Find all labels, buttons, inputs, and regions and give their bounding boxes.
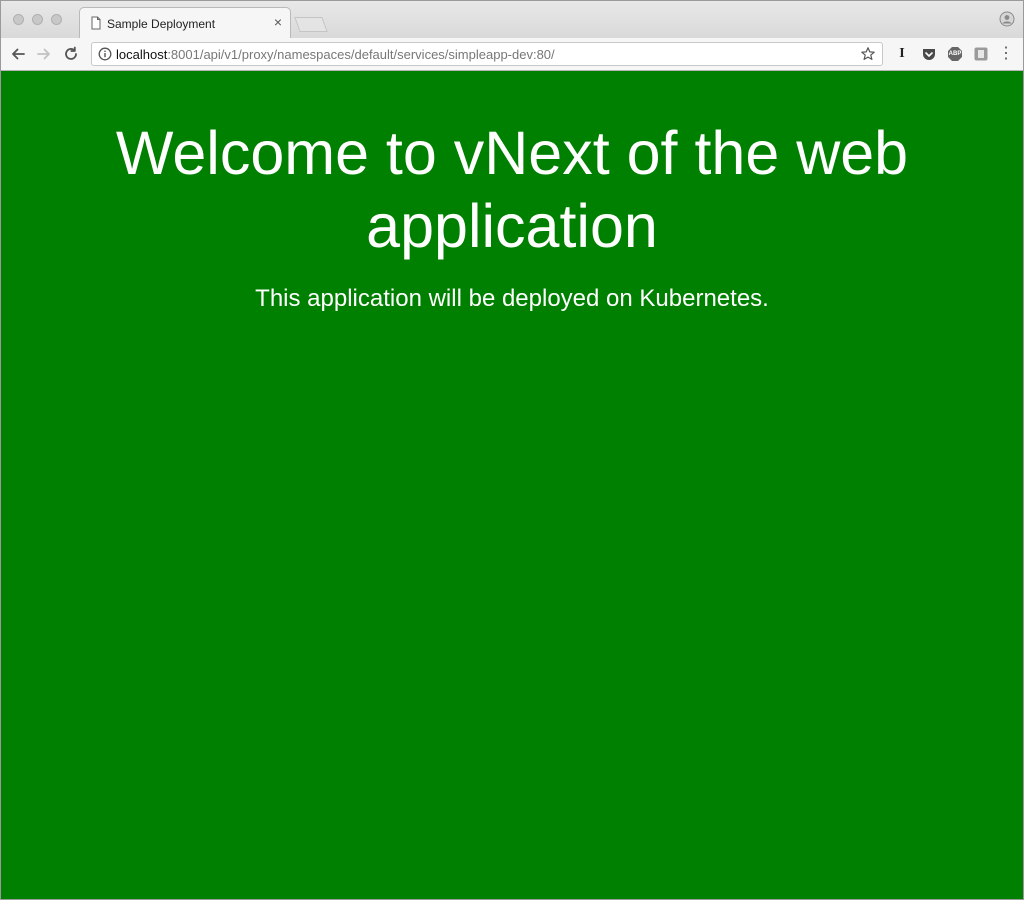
tab-strip: Sample Deployment × bbox=[1, 1, 1023, 38]
info-icon[interactable] bbox=[98, 47, 112, 61]
tab-title: Sample Deployment bbox=[107, 17, 216, 31]
profile-icon[interactable] bbox=[999, 11, 1015, 27]
minimize-window-button[interactable] bbox=[32, 14, 43, 25]
forward-icon[interactable] bbox=[35, 45, 53, 63]
url-path: :8001/api/v1/proxy/namespaces/default/se… bbox=[167, 47, 555, 62]
instapaper-extension-label: I bbox=[899, 46, 905, 61]
address-bar[interactable]: localhost:8001/api/v1/proxy/namespaces/d… bbox=[91, 42, 883, 66]
page-subheading: This application will be deployed on Kub… bbox=[255, 285, 769, 312]
pocket-extension-icon[interactable] bbox=[921, 46, 937, 62]
back-icon[interactable] bbox=[9, 45, 27, 63]
extension-icon[interactable] bbox=[973, 46, 989, 62]
bookmark-star-icon[interactable] bbox=[860, 46, 876, 62]
tab-sample-deployment[interactable]: Sample Deployment × bbox=[79, 7, 291, 38]
close-window-button[interactable] bbox=[13, 14, 24, 25]
browser-toolbar: localhost:8001/api/v1/proxy/namespaces/d… bbox=[1, 38, 1023, 71]
url-text: localhost:8001/api/v1/proxy/namespaces/d… bbox=[116, 47, 555, 62]
instapaper-extension-icon[interactable]: I bbox=[894, 46, 910, 62]
adblock-plus-label: ABP bbox=[948, 51, 962, 57]
reload-icon[interactable] bbox=[62, 45, 80, 63]
page-heading: Welcome to vNext of the web application bbox=[115, 119, 909, 260]
page-icon bbox=[91, 16, 101, 30]
zoom-window-button[interactable] bbox=[51, 14, 62, 25]
page-content: Welcome to vNext of the web application … bbox=[1, 71, 1023, 899]
browser-window: Sample Deployment × localhost:8001/api/v… bbox=[0, 0, 1024, 900]
adblock-plus-extension-icon[interactable]: ABP bbox=[947, 46, 963, 62]
browser-menu-button[interactable]: ⋮ bbox=[998, 46, 1014, 62]
tab-close-button[interactable]: × bbox=[274, 14, 282, 30]
url-host: localhost bbox=[116, 47, 168, 62]
new-tab-button[interactable] bbox=[294, 17, 328, 32]
